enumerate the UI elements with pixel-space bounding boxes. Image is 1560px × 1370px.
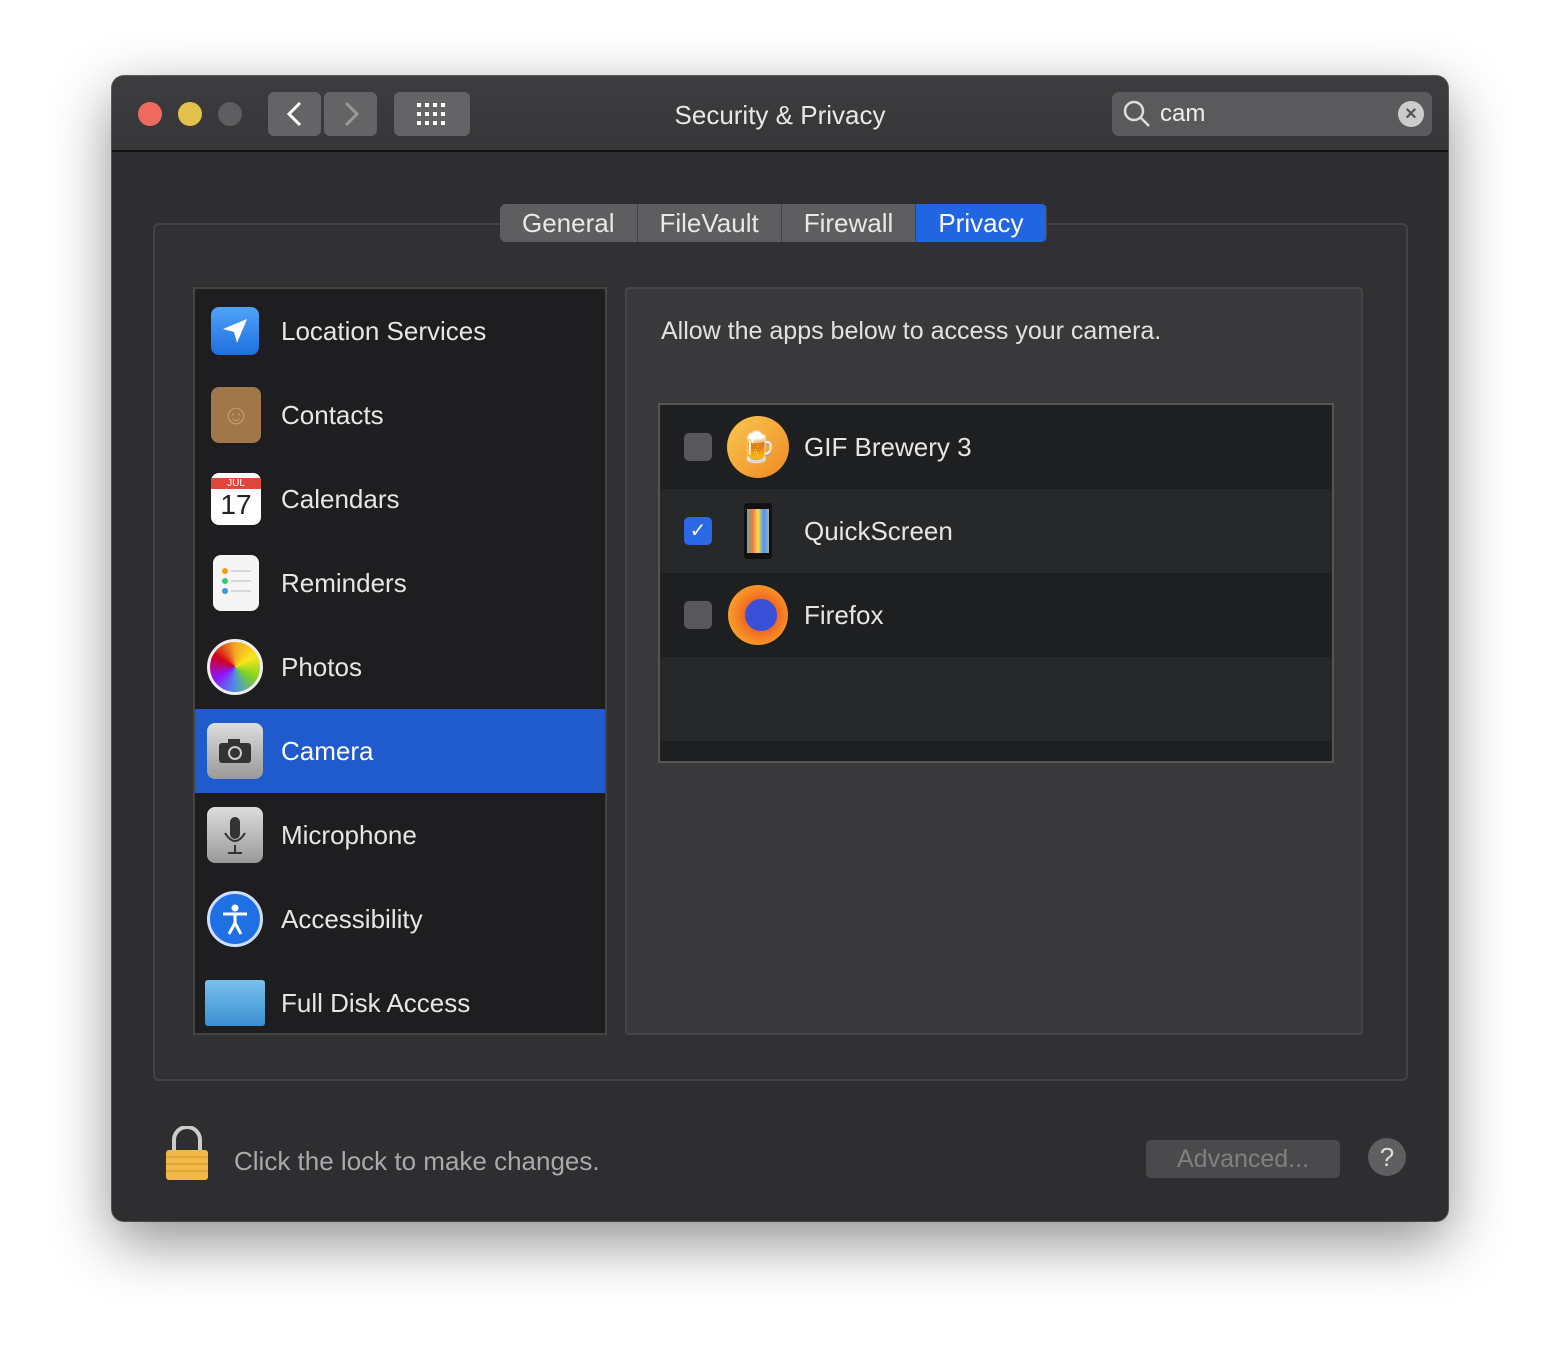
sidebar-item-camera[interactable]: Camera bbox=[195, 709, 605, 793]
sidebar-item-microphone[interactable]: Microphone bbox=[195, 793, 605, 877]
sidebar-item-contacts[interactable]: ☺ Contacts bbox=[195, 373, 605, 457]
search-input[interactable] bbox=[1160, 100, 1390, 128]
security-privacy-window: Security & Privacy × General FileVault F… bbox=[112, 76, 1448, 1221]
sidebar-item-location-services[interactable]: Location Services bbox=[195, 289, 605, 373]
photos-icon bbox=[207, 639, 263, 695]
accessibility-icon bbox=[207, 891, 263, 947]
app-name: QuickScreen bbox=[804, 515, 953, 546]
empty-row bbox=[660, 657, 1332, 741]
app-name: GIF Brewery 3 bbox=[804, 431, 972, 462]
sidebar-item-label: Microphone bbox=[281, 819, 417, 850]
sidebar-item-label: Camera bbox=[281, 735, 374, 766]
sidebar-item-label: Reminders bbox=[281, 567, 407, 598]
calendar-day: 17 bbox=[220, 488, 252, 520]
folder-icon bbox=[205, 980, 265, 1026]
sidebar-item-label: Photos bbox=[281, 651, 362, 682]
location-arrow-icon bbox=[211, 307, 259, 355]
sidebar-item-label: Calendars bbox=[281, 483, 400, 514]
panel-description: Allow the apps below to access your came… bbox=[661, 317, 1162, 345]
gif-brewery-icon: 🍺 bbox=[726, 415, 790, 479]
tab-bar: General FileVault Firewall Privacy bbox=[500, 204, 1047, 242]
search-field[interactable]: × bbox=[1112, 92, 1432, 136]
clear-search-icon[interactable]: × bbox=[1398, 101, 1424, 127]
tab-filevault[interactable]: FileVault bbox=[637, 204, 782, 242]
reminders-icon bbox=[213, 555, 259, 611]
microphone-icon bbox=[207, 807, 263, 863]
calendar-icon: JUL 17 bbox=[211, 473, 261, 525]
search-icon bbox=[1123, 100, 1150, 127]
title-bar: Security & Privacy × bbox=[112, 76, 1448, 152]
lock-message: Click the lock to make changes. bbox=[234, 1146, 600, 1176]
calendar-month: JUL bbox=[211, 477, 261, 489]
tab-general[interactable]: General bbox=[500, 204, 638, 242]
camera-icon bbox=[207, 723, 263, 779]
sidebar-item-label: Accessibility bbox=[281, 903, 423, 934]
sidebar-item-full-disk-access[interactable]: Full Disk Access bbox=[195, 961, 605, 1045]
lock-button[interactable] bbox=[164, 1125, 210, 1187]
sidebar-item-label: Full Disk Access bbox=[281, 987, 471, 1018]
app-list[interactable]: 🍺 GIF Brewery 3 ✓ QuickScreen Firefox bbox=[658, 403, 1334, 763]
sidebar-item-photos[interactable]: Photos bbox=[195, 625, 605, 709]
sidebar-item-accessibility[interactable]: Accessibility bbox=[195, 877, 605, 961]
privacy-category-list[interactable]: Location Services ☺ Contacts JUL 17 Calenda… bbox=[193, 287, 607, 1035]
sidebar-item-label: Contacts bbox=[281, 399, 384, 430]
app-name: Firefox bbox=[804, 599, 884, 630]
firefox-checkbox[interactable] bbox=[684, 601, 712, 629]
tab-firewall[interactable]: Firewall bbox=[781, 204, 917, 242]
tab-privacy[interactable]: Privacy bbox=[916, 204, 1047, 242]
gif-brewery-checkbox[interactable] bbox=[684, 433, 712, 461]
sidebar-item-calendars[interactable]: JUL 17 Calendars bbox=[195, 457, 605, 541]
sidebar-item-reminders[interactable]: Reminders bbox=[195, 541, 605, 625]
help-button[interactable]: ? bbox=[1368, 1138, 1406, 1176]
sidebar-item-label: Location Services bbox=[281, 315, 487, 346]
quickscreen-icon bbox=[726, 499, 790, 563]
app-row-firefox[interactable]: Firefox bbox=[660, 573, 1332, 657]
lock-icon bbox=[166, 1125, 208, 1180]
firefox-icon bbox=[726, 583, 790, 647]
quickscreen-checkbox[interactable]: ✓ bbox=[684, 517, 712, 545]
advanced-button[interactable]: Advanced... bbox=[1146, 1140, 1340, 1178]
app-row-gif-brewery[interactable]: 🍺 GIF Brewery 3 bbox=[660, 405, 1332, 489]
contacts-book-icon: ☺ bbox=[211, 387, 261, 443]
app-row-quickscreen[interactable]: ✓ QuickScreen bbox=[660, 489, 1332, 573]
camera-access-panel: Allow the apps below to access your came… bbox=[625, 287, 1363, 1035]
